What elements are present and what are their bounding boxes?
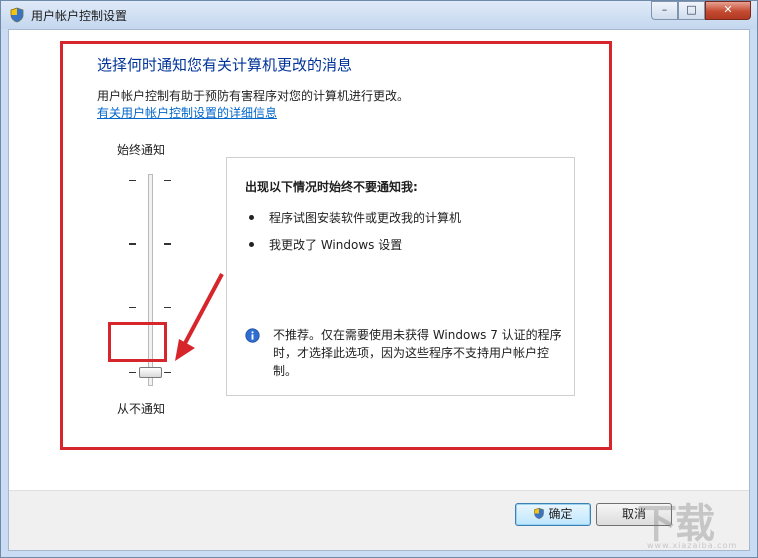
maximize-button[interactable]: □: [678, 1, 705, 20]
ok-button[interactable]: 确定: [515, 503, 591, 526]
watermark-logo: 下载 www.xiazaiba.com: [637, 491, 747, 551]
annotation-arrow: [175, 273, 224, 361]
uac-shield-icon: [10, 7, 24, 23]
watermark-url: www.xiazaiba.com: [647, 541, 738, 550]
uac-settings-window: 用户帐户控制设置 – □ ✕ 选择何时通知您有关计算机更改的消息 用户帐户控制有…: [0, 0, 758, 558]
client-area: 选择何时通知您有关计算机更改的消息 用户帐户控制有助于预防有害程序对您的计算机进…: [8, 29, 750, 551]
title-bar[interactable]: 用户帐户控制设置 – □ ✕: [1, 1, 757, 29]
close-button[interactable]: ✕: [705, 1, 751, 20]
window-title: 用户帐户控制设置: [31, 9, 128, 23]
ok-button-label: 确定: [548, 507, 573, 521]
minimize-button[interactable]: –: [651, 1, 678, 20]
uac-shield-icon: [534, 507, 545, 520]
